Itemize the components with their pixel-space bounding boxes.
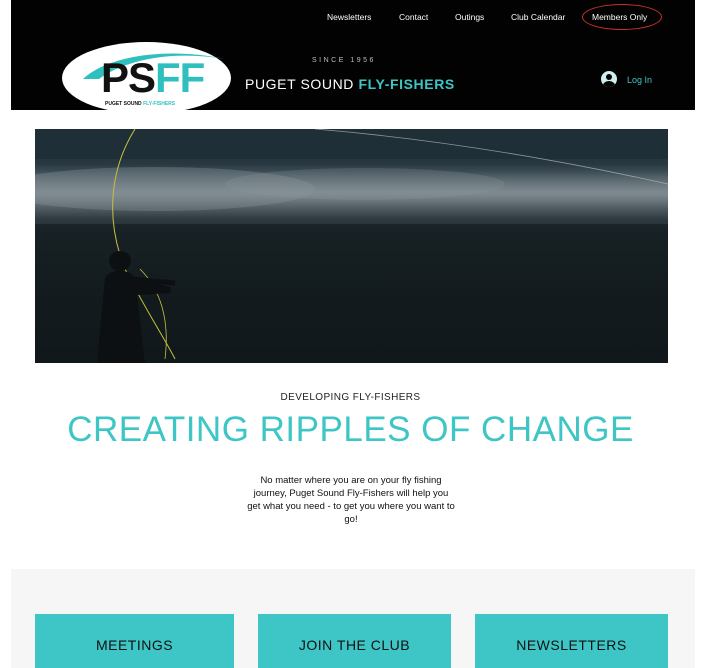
logo-sub-teal: FLY-FISHERS bbox=[143, 101, 176, 107]
logo-letters-teal: FF bbox=[155, 54, 205, 101]
newsletters-card-label: NEWSLETTERS bbox=[516, 637, 627, 653]
site-header: Newsletters Contact Outings Club Calenda… bbox=[11, 0, 695, 114]
logo-sub-dark: PUGET SOUND bbox=[105, 101, 144, 107]
members-only-highlight-ring bbox=[582, 4, 662, 30]
section-eyebrow: DEVELOPING FLY-FISHERS bbox=[280, 392, 421, 403]
section-intro-text: No matter where you are on your fly fish… bbox=[247, 475, 455, 525]
meetings-card-label: MEETINGS bbox=[95, 637, 174, 653]
site-title-plain: PUGET SOUND bbox=[245, 76, 359, 92]
join-the-club-card[interactable]: JOIN THE CLUB bbox=[258, 614, 451, 668]
login-link[interactable]: Log In bbox=[627, 75, 652, 85]
nav-link-newsletters[interactable]: Newsletters bbox=[327, 12, 371, 22]
logo-wordmark: PSFF bbox=[101, 54, 205, 101]
newsletters-card[interactable]: NEWSLETTERS bbox=[475, 614, 668, 668]
hero-illustration bbox=[35, 129, 668, 363]
site-title-accent: FLY-FISHERS bbox=[358, 76, 455, 92]
section-headline: CREATING RIPPLES OF CHANGE bbox=[67, 410, 634, 449]
nav-link-outings[interactable]: Outings bbox=[455, 12, 484, 22]
nav-link-contact[interactable]: Contact bbox=[399, 12, 428, 22]
join-the-club-card-label: JOIN THE CLUB bbox=[298, 637, 411, 653]
user-avatar-icon[interactable] bbox=[601, 71, 617, 87]
logo-subtitle: PUGET SOUND FLY-FISHERS bbox=[105, 101, 175, 107]
since-tagline: SINCE 1956 bbox=[312, 57, 376, 64]
logo-letters-dark: PS bbox=[101, 54, 156, 101]
nav-link-club-calendar[interactable]: Club Calendar bbox=[511, 12, 565, 22]
hero-image bbox=[35, 129, 668, 363]
meetings-card[interactable]: MEETINGS bbox=[35, 614, 234, 668]
site-title[interactable]: PUGET SOUND FLY-FISHERS bbox=[245, 76, 455, 92]
